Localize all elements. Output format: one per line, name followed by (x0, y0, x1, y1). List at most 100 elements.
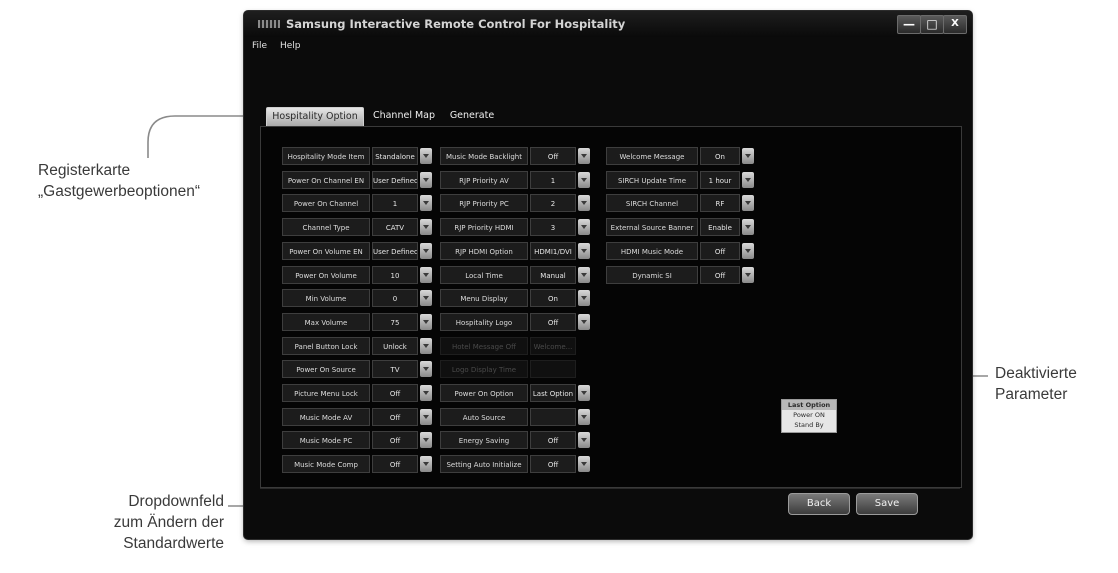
setting-value-select[interactable]: Off (372, 431, 418, 450)
setting-value-select[interactable]: Enable (700, 218, 740, 237)
setting-value-select[interactable]: 1 (530, 170, 576, 189)
chevron-down-icon[interactable] (578, 313, 590, 330)
tab-hospitality-option[interactable]: Hospitality Option (266, 107, 364, 126)
chevron-down-icon[interactable] (742, 266, 754, 283)
setting-label: Hotel Message Off (440, 336, 528, 355)
chevron-down-icon[interactable] (420, 456, 432, 473)
dropdown-option-stand-by[interactable]: Stand By (782, 420, 836, 430)
setting-value-select[interactable]: Off (530, 431, 576, 450)
setting-value-select[interactable]: 1 hour (700, 170, 740, 189)
minimize-button[interactable]: — (897, 15, 921, 34)
chevron-down-icon[interactable] (420, 385, 432, 401)
setting-value-select[interactable]: On (530, 289, 576, 308)
setting-value-select[interactable]: TV (372, 360, 418, 379)
setting-hotel-message-off: Hotel Message Off Welcome... (440, 336, 590, 355)
setting-label: RJP Priority HDMI (440, 218, 528, 237)
chevron-down-icon[interactable] (420, 432, 432, 449)
setting-value-select[interactable]: Off (372, 407, 418, 426)
chevron-down-icon[interactable] (420, 290, 432, 307)
setting-sirch-update-time: SIRCH Update Time 1 hour (606, 170, 754, 189)
power-on-option-dropdown-list[interactable]: Last Option Power ON Stand By (781, 399, 837, 433)
chevron-down-icon[interactable] (578, 171, 590, 188)
setting-picture-menu-lock: Picture Menu Lock Off (282, 384, 432, 402)
disabled-callout-line-2: Parameter (995, 386, 1068, 403)
chevron-down-icon[interactable] (742, 219, 754, 236)
back-button[interactable]: Back (788, 493, 850, 515)
chevron-down-icon[interactable] (420, 195, 432, 212)
chevron-down-icon[interactable] (578, 195, 590, 212)
setting-power-on-option: Power On Option Last Option (440, 384, 590, 402)
menu-bar: File Help (244, 38, 972, 54)
setting-value-select[interactable]: Off (530, 147, 576, 165)
chevron-down-icon[interactable] (578, 456, 590, 473)
chevron-down-icon[interactable] (578, 148, 590, 164)
menu-file[interactable]: File (252, 41, 267, 51)
setting-label: Dynamic SI (606, 265, 698, 284)
setting-value-select[interactable]: On (700, 147, 740, 165)
setting-value-select[interactable]: CATV (372, 218, 418, 237)
setting-label: RJP HDMI Option (440, 241, 528, 260)
setting-value-select[interactable]: 0 (372, 289, 418, 308)
setting-value-select[interactable]: Off (700, 265, 740, 284)
close-button[interactable]: X (943, 15, 967, 34)
setting-value-select[interactable]: Off (372, 455, 418, 474)
setting-value-select[interactable]: 75 (372, 312, 418, 331)
dropdown-option-power-on[interactable]: Power ON (782, 410, 836, 420)
setting-value-select[interactable]: Manual (530, 265, 576, 284)
chevron-down-icon[interactable] (420, 337, 432, 354)
setting-value-select[interactable]: User Defined (372, 170, 418, 189)
setting-welcome-message: Welcome Message On (606, 147, 754, 165)
setting-value-select[interactable]: Off (700, 241, 740, 260)
setting-value-select[interactable]: RF (700, 194, 740, 213)
tab-channel-map[interactable]: Channel Map (370, 107, 438, 125)
setting-label: Power On Source (282, 360, 370, 379)
setting-value-select[interactable]: HDMI1/DVI (530, 241, 576, 260)
chevron-down-icon[interactable] (420, 361, 432, 378)
chevron-down-icon[interactable] (420, 313, 432, 330)
chevron-down-icon[interactable] (742, 148, 754, 164)
title-bar[interactable]: Samsung Interactive Remote Control For H… (244, 11, 972, 37)
setting-label: Auto Source (440, 407, 528, 426)
tab-callout: Registerkarte „Gastgewerbeoptionen“ (38, 160, 238, 202)
tab-callout-line-1: Registerkarte (38, 162, 131, 179)
setting-value-select[interactable] (530, 407, 576, 426)
chevron-down-icon[interactable] (578, 432, 590, 449)
chevron-down-icon[interactable] (420, 171, 432, 188)
chevron-down-icon[interactable] (420, 266, 432, 283)
chevron-down-icon[interactable] (742, 242, 754, 259)
chevron-down-icon[interactable] (578, 290, 590, 307)
menu-help[interactable]: Help (280, 41, 301, 51)
tab-generate[interactable]: Generate (444, 107, 500, 125)
setting-value-select[interactable]: Off (530, 455, 576, 474)
maximize-button[interactable]: □ (920, 15, 944, 34)
setting-label: Hospitality Logo (440, 312, 528, 331)
setting-music-mode-pc: Music Mode PC Off (282, 431, 432, 450)
dropdown-option-last-option[interactable]: Last Option (782, 400, 836, 410)
disabled-callout-line-1: Deaktivierte (995, 365, 1077, 382)
chevron-down-icon[interactable] (420, 219, 432, 236)
setting-value-select[interactable]: Off (530, 312, 576, 331)
setting-value-select[interactable]: 2 (530, 194, 576, 213)
setting-value-select[interactable]: Standalone (372, 147, 418, 165)
chevron-down-icon[interactable] (578, 219, 590, 236)
setting-external-source-banner: External Source Banner Enable (606, 218, 754, 237)
setting-label: SIRCH Channel (606, 194, 698, 213)
chevron-down-icon[interactable] (578, 242, 590, 259)
save-button[interactable]: Save (856, 493, 918, 515)
chevron-down-icon[interactable] (420, 148, 432, 164)
chevron-down-icon[interactable] (742, 171, 754, 188)
setting-value-select[interactable]: User Defined (372, 241, 418, 260)
setting-menu-display: Menu Display On (440, 289, 590, 308)
chevron-down-icon[interactable] (578, 408, 590, 425)
chevron-down-icon[interactable] (742, 195, 754, 212)
setting-value-select[interactable]: 1 (372, 194, 418, 213)
chevron-down-icon[interactable] (420, 242, 432, 259)
setting-value-select[interactable]: Off (372, 384, 418, 402)
setting-value-select[interactable]: 3 (530, 218, 576, 237)
setting-value-select[interactable]: 10 (372, 265, 418, 284)
chevron-down-icon[interactable] (578, 266, 590, 283)
chevron-down-icon[interactable] (578, 385, 590, 401)
setting-value-select[interactable]: Unlock (372, 336, 418, 355)
setting-value-select[interactable]: Last Option (530, 384, 576, 402)
chevron-down-icon[interactable] (420, 408, 432, 425)
